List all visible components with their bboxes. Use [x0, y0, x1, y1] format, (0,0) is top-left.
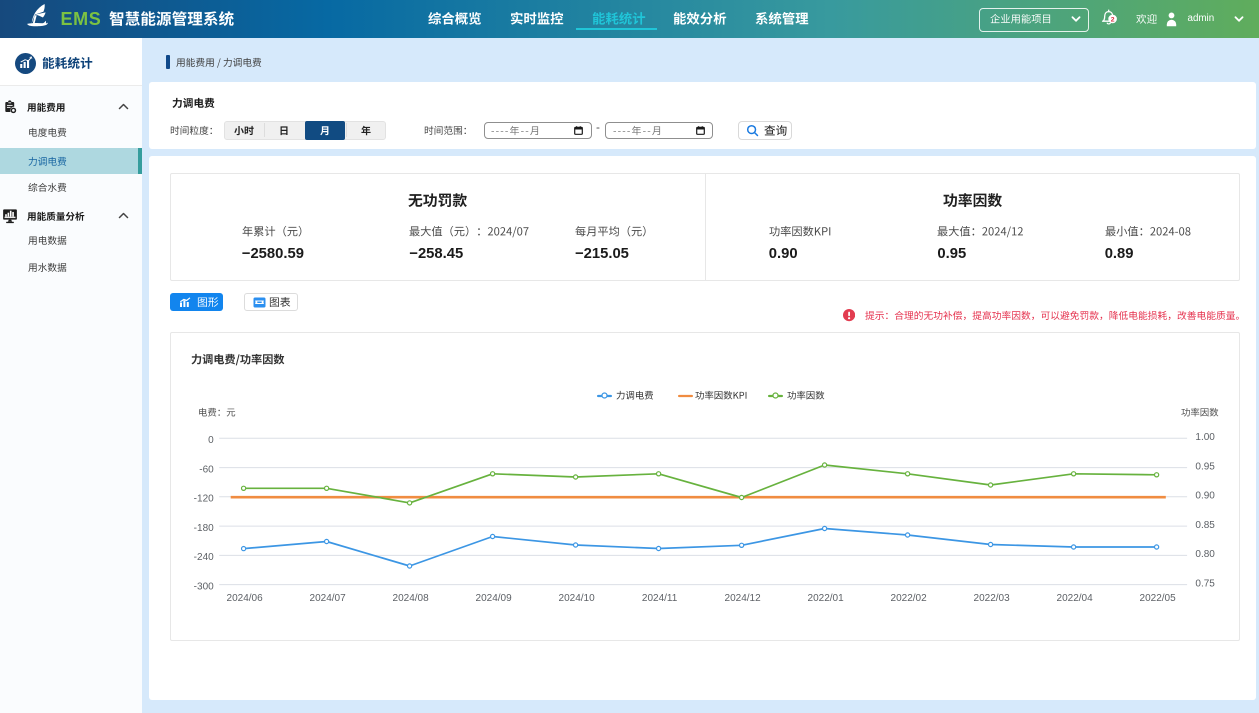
- svg-text:2022/04: 2022/04: [1057, 593, 1094, 604]
- svg-text:2024/09: 2024/09: [476, 593, 513, 604]
- svg-text:0.85: 0.85: [1195, 520, 1215, 531]
- svg-text:2024/07: 2024/07: [310, 593, 347, 604]
- svg-text:2022/03: 2022/03: [974, 593, 1011, 604]
- svg-text:2022/05: 2022/05: [1140, 593, 1177, 604]
- svg-text:0: 0: [208, 435, 214, 446]
- svg-text:2022/02: 2022/02: [891, 593, 928, 604]
- svg-text:2022/01: 2022/01: [808, 593, 845, 604]
- svg-text:2024/11: 2024/11: [642, 593, 678, 604]
- svg-text:2024/08: 2024/08: [393, 593, 430, 604]
- svg-text:1.00: 1.00: [1195, 432, 1215, 443]
- svg-text:2024/12: 2024/12: [725, 593, 762, 604]
- svg-text:-240: -240: [194, 552, 214, 563]
- svg-text:0.90: 0.90: [1195, 491, 1215, 502]
- svg-text:-60: -60: [199, 464, 214, 475]
- svg-text:2024/10: 2024/10: [559, 593, 596, 604]
- svg-text:-120: -120: [194, 494, 214, 505]
- svg-text:-300: -300: [194, 581, 214, 592]
- svg-text:0.80: 0.80: [1195, 549, 1215, 560]
- svg-text:2024/06: 2024/06: [227, 593, 264, 604]
- svg-text:0.95: 0.95: [1195, 461, 1215, 472]
- svg-text:0.75: 0.75: [1195, 578, 1215, 589]
- svg-text:-180: -180: [194, 523, 214, 534]
- svg-text:2: 2: [1111, 16, 1115, 23]
